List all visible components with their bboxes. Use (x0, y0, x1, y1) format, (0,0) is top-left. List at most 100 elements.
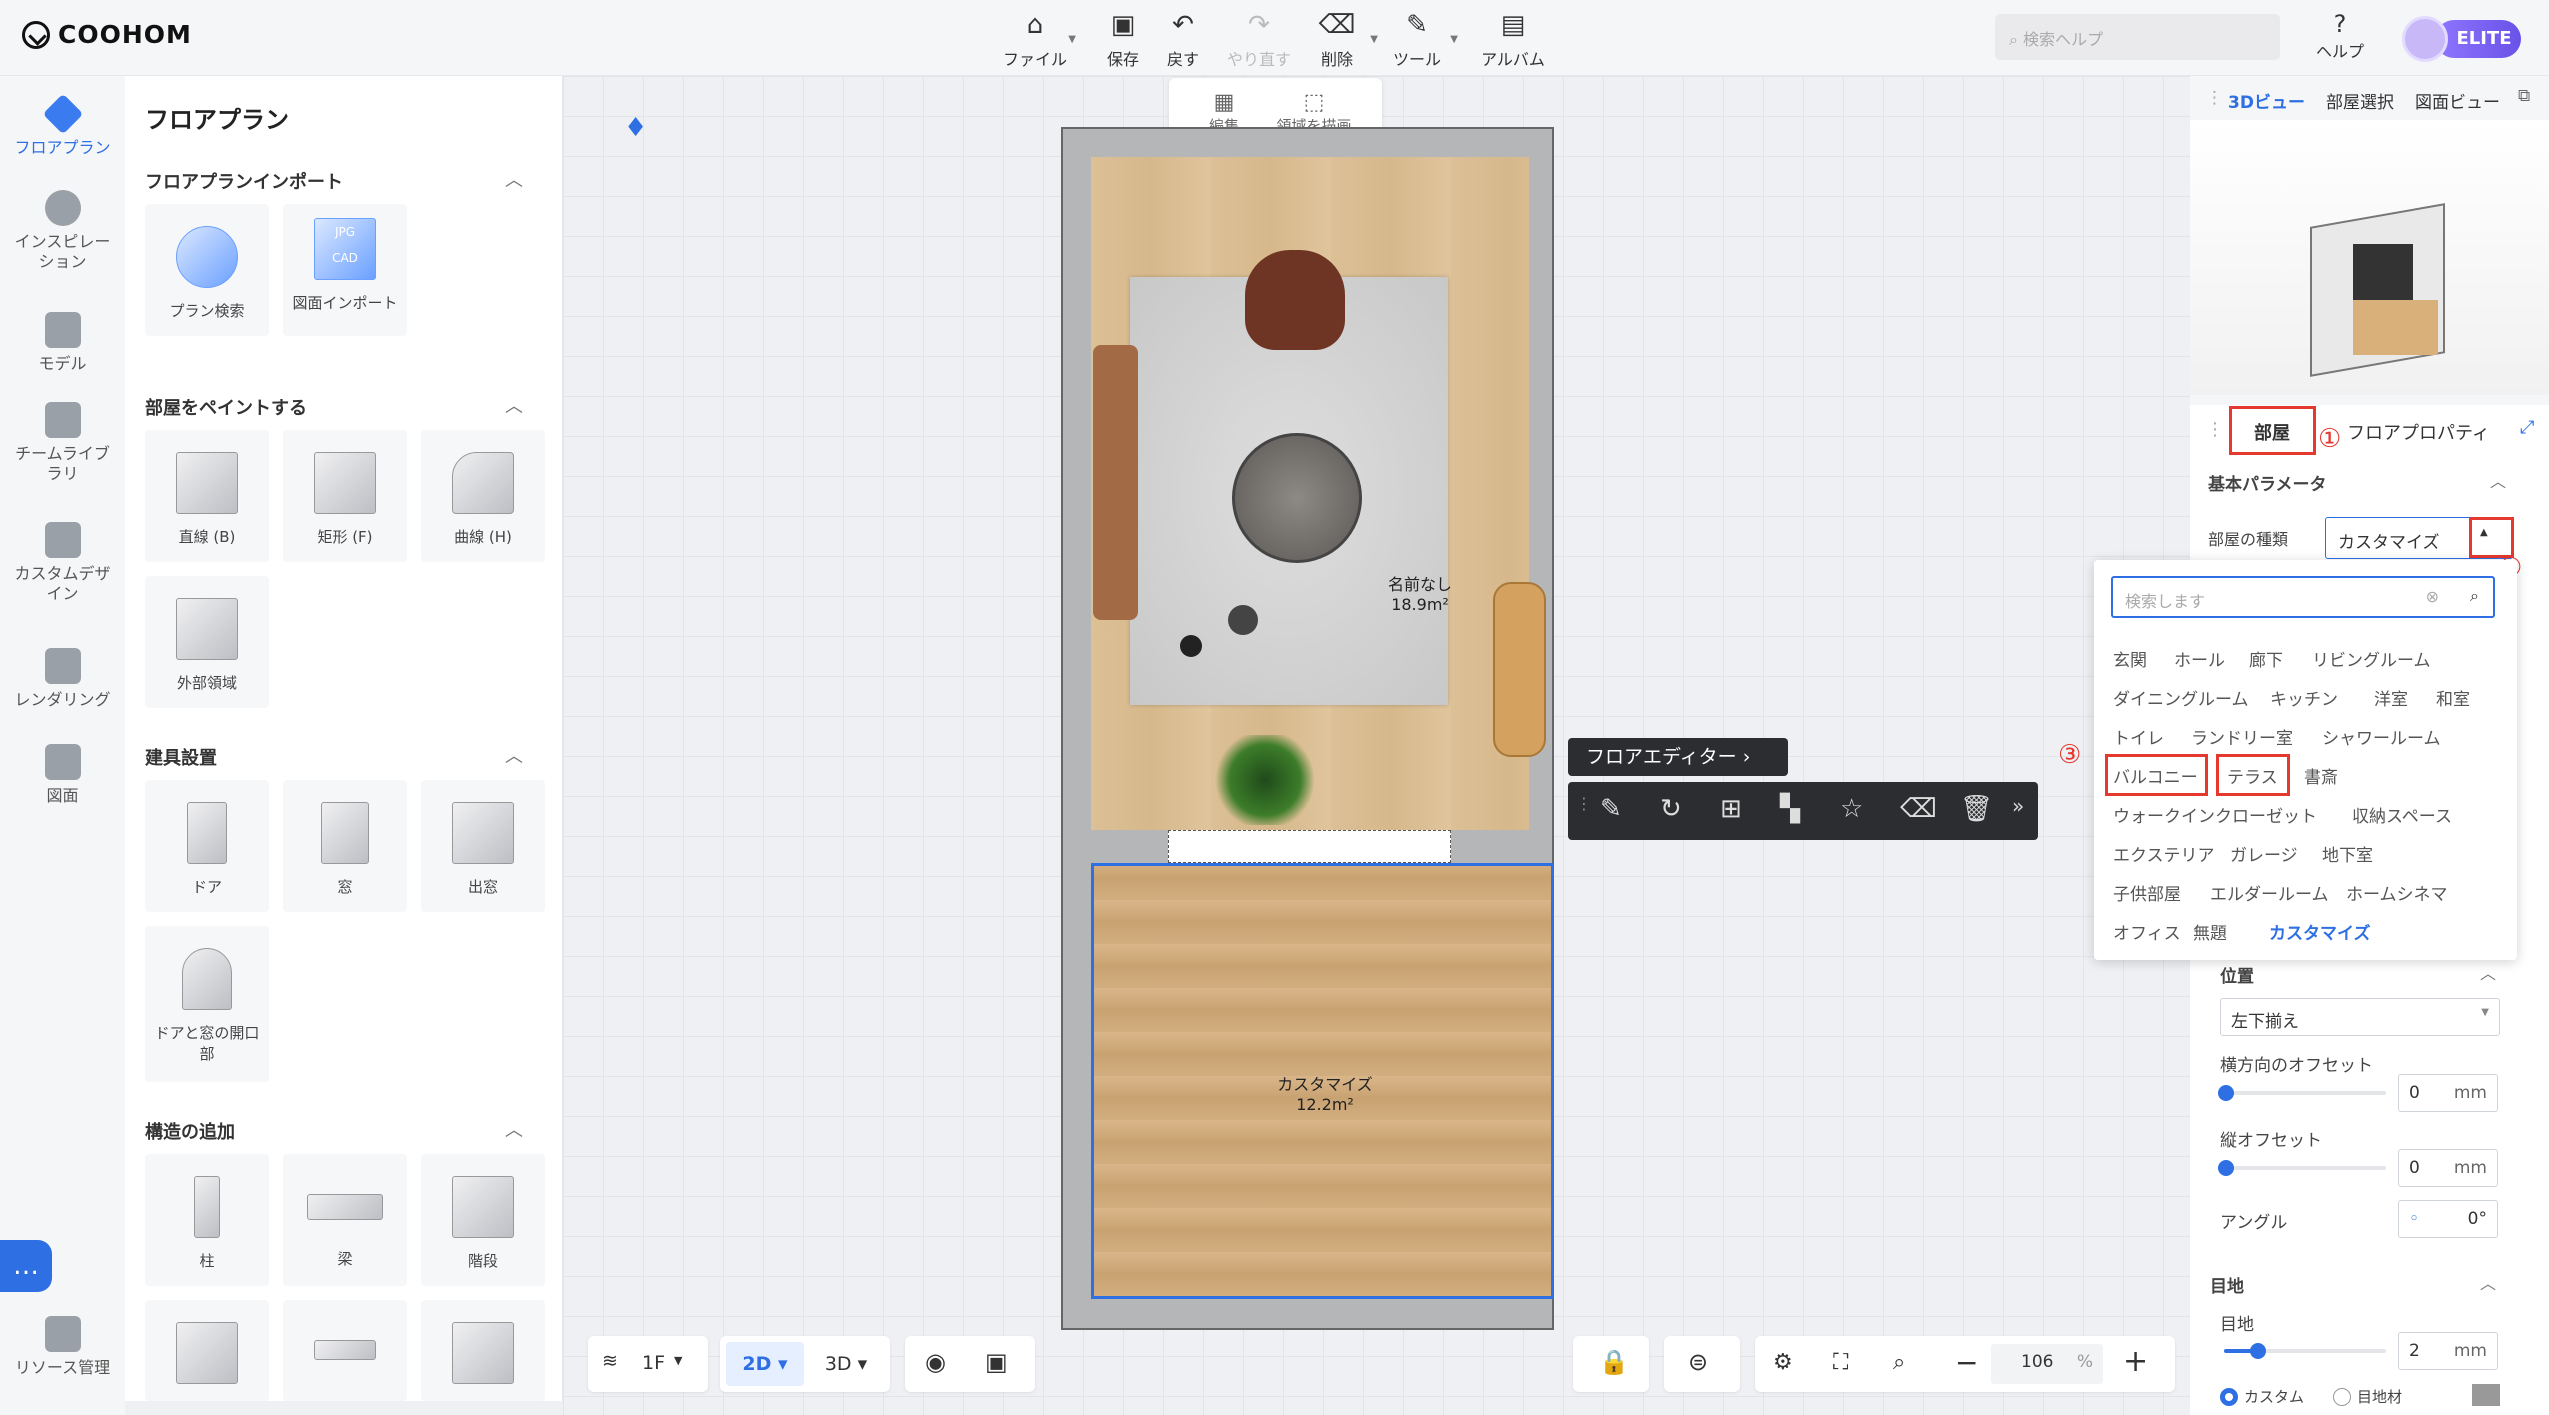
option-kitchen[interactable]: キッチン (2270, 685, 2338, 710)
option-basement[interactable]: 地下室 (2322, 841, 2373, 866)
option-dining[interactable]: ダイニングルーム (2113, 685, 2249, 710)
trash-icon[interactable]: 🗑 (1960, 794, 1993, 824)
rotate-icon[interactable]: ↻ (1660, 794, 1682, 824)
mode-3d-button[interactable]: 3D ▾ (810, 1342, 882, 1386)
h-offset-slider[interactable] (2218, 1085, 2386, 1101)
option-walk-in-closet[interactable]: ウォークインクローゼット (2113, 802, 2317, 827)
bay-window-tool[interactable]: 出窓 (421, 780, 545, 912)
drag-handle-icon[interactable]: ⋮ (2206, 88, 2223, 108)
expand-icon[interactable]: » (2012, 794, 2024, 818)
option-japanese[interactable]: 和室 (2436, 685, 2470, 710)
eraser-icon[interactable]: ⌫ (1900, 794, 1937, 824)
nav-floorplan[interactable]: フロアプラン (0, 93, 125, 158)
option-office[interactable]: オフィス (2113, 919, 2181, 944)
star-icon[interactable]: ☆ (1840, 794, 1863, 824)
nav-inspiration[interactable]: インスピレーション (0, 190, 125, 272)
struct-tool-6[interactable] (421, 1300, 545, 1401)
nav-rendering[interactable]: レンダリング (0, 648, 125, 710)
mode-2d-button[interactable]: 2D ▾ (726, 1342, 804, 1386)
drag-handle-icon[interactable]: ⋮ (2206, 419, 2224, 440)
chevron-up-icon[interactable]: ︿ (2480, 1270, 2496, 1294)
option-untitled[interactable]: 無題 (2193, 919, 2227, 944)
side-lamp[interactable] (1228, 605, 1258, 635)
chevron-up-icon[interactable]: ︿ (2490, 468, 2506, 492)
redo-button[interactable]: ↷ やり直す (1224, 10, 1294, 70)
rect-tool[interactable]: 矩形 (F) (283, 430, 407, 562)
option-elder-room[interactable]: エルダールーム (2210, 880, 2329, 905)
album-button[interactable]: ▤ アルバム (1478, 10, 1548, 70)
struct-section-title[interactable]: 構造の追加 (145, 1118, 235, 1144)
room-type-search-input[interactable]: 検索します ⊗ ⌕ (2111, 576, 2495, 618)
slider-knob[interactable] (2218, 1160, 2234, 1176)
nav-model[interactable]: モデル (0, 312, 125, 374)
door-opening[interactable] (1168, 830, 1451, 863)
tab-room-select[interactable]: 部屋選択 (2326, 88, 2394, 113)
chevron-up-icon[interactable]: ︿ (505, 392, 523, 418)
chevron-up-icon[interactable]: ︿ (2480, 960, 2496, 984)
option-living[interactable]: リビングルーム (2312, 646, 2431, 671)
option-customize[interactable]: カスタマイズ (2269, 919, 2371, 944)
option-shower[interactable]: シャワールーム (2322, 724, 2441, 749)
fit-view-icon[interactable]: ⛶ (1833, 1350, 1848, 1375)
zoom-in-icon[interactable]: + (2123, 1344, 2148, 1379)
struct-tool-4[interactable] (145, 1300, 269, 1401)
floor-selector[interactable]: ≋ 1F ▼ (588, 1336, 708, 1392)
stairs-tool[interactable]: 階段 (421, 1154, 545, 1286)
lock-button[interactable]: 🔒 (1573, 1336, 1649, 1392)
v-offset-slider[interactable] (2218, 1160, 2386, 1176)
expand-icon[interactable]: ⤢ (2520, 417, 2534, 438)
slider-knob[interactable] (2218, 1085, 2234, 1101)
clear-icon[interactable]: ⊗ (2426, 587, 2439, 606)
chevron-up-icon[interactable]: ︿ (505, 1116, 523, 1142)
option-storage[interactable]: 収納スペース (2352, 802, 2452, 827)
fixture-section-title[interactable]: 建具設置 (145, 744, 217, 770)
help-button[interactable]: ? ヘルプ (2310, 10, 2370, 62)
avatar[interactable] (2402, 16, 2448, 62)
joint-radio-custom[interactable]: カスタム (2220, 1386, 2304, 1407)
zoom-out-icon[interactable]: − (1955, 1346, 1978, 1379)
armchair[interactable] (1245, 250, 1345, 350)
add-copy-icon[interactable]: ⊞ (1720, 794, 1742, 824)
tools-menu[interactable]: ✎ ツール ▼ (1382, 10, 1458, 70)
coffee-table[interactable] (1232, 433, 1362, 563)
option-kids-room[interactable]: 子供部屋 (2113, 880, 2181, 905)
nav-resource[interactable]: リソース管理 (0, 1316, 125, 1378)
floor-lamp[interactable] (1180, 635, 1202, 657)
option-corridor[interactable]: 廊下 (2249, 646, 2283, 671)
tab-drawing-view[interactable]: 図面ビュー (2415, 88, 2500, 113)
tab-3d-view[interactable]: 3Dビュー (2228, 88, 2305, 113)
nav-team-library[interactable]: チームライブラリ (0, 402, 125, 484)
option-laundry[interactable]: ランドリー室 (2191, 724, 2293, 749)
exterior-tool[interactable]: 外部領域 (145, 576, 269, 708)
align-select[interactable]: 左下揃え ▼ (2220, 998, 2500, 1036)
zoom-input[interactable]: 106% (1991, 1344, 2103, 1384)
basic-params-title[interactable]: 基本パラメータ (2208, 470, 2327, 495)
delete-menu[interactable]: ⌫ 削除 ▼ (1302, 10, 1378, 70)
eye-icon[interactable]: ◉ (925, 1348, 946, 1376)
help-search-input[interactable]: ⌕ 検索ヘルプ (1995, 14, 2280, 60)
slider-knob[interactable] (2250, 1343, 2266, 1359)
joint-radio-material[interactable]: 目地材 (2333, 1386, 2402, 1407)
split-icon[interactable]: ▚ (1780, 794, 1800, 824)
side-table[interactable] (1493, 582, 1546, 757)
plan-search-card[interactable]: プラン検索 (145, 204, 269, 336)
joint-color-swatch[interactable] (2472, 1384, 2500, 1406)
toggle-button[interactable]: ⊜ (1664, 1336, 1740, 1392)
option-home-cinema[interactable]: ホームシネマ (2346, 880, 2448, 905)
nav-drawing[interactable]: 図面 (0, 744, 125, 806)
logo[interactable]: COOHOM (22, 20, 192, 49)
h-offset-input[interactable]: 0 mm (2398, 1074, 2498, 1112)
joint-input[interactable]: 2 mm (2398, 1332, 2498, 1370)
option-exterior[interactable]: エクステリア (2113, 841, 2215, 866)
line-tool[interactable]: 直線 (B) (145, 430, 269, 562)
option-study[interactable]: 書斎 (2304, 763, 2338, 788)
chat-icon[interactable]: … (0, 1240, 52, 1292)
option-hall[interactable]: ホール (2174, 646, 2225, 671)
joint-slider[interactable] (2224, 1343, 2386, 1359)
option-garage[interactable]: ガレージ (2230, 841, 2298, 866)
snap-settings-icon[interactable]: ⚙ (1773, 1350, 1793, 1375)
import-section-title[interactable]: フロアプランインポート (145, 168, 343, 194)
struct-tool-5[interactable] (283, 1300, 407, 1401)
angle-input[interactable]: ◦ 0° (2398, 1200, 2498, 1238)
drawing-import-card[interactable]: JPG CAD 図面インポート (283, 204, 407, 336)
